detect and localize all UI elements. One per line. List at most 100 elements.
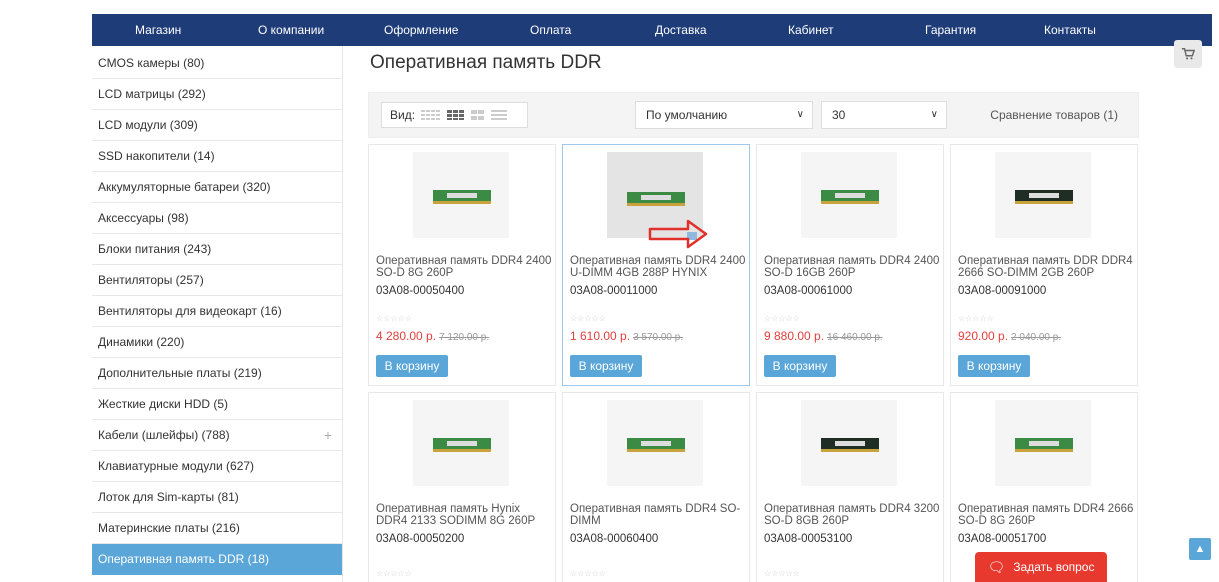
product-name[interactable]: Оперативная память DDR4 2400 U-DIMM 4GB … <box>570 255 746 279</box>
nav-item-warranty[interactable]: Гарантия <box>925 23 976 37</box>
chevron-up-icon: ▲ <box>1194 543 1206 555</box>
page-title: Оперативная память DDR <box>370 52 602 73</box>
product-card[interactable]: Оперативная память DDR4 SO-DIMM 03A08-00… <box>562 392 750 582</box>
cart-button[interactable] <box>1174 40 1202 68</box>
nav-item-about[interactable]: О компании <box>258 23 324 37</box>
sidebar-item-label: Материнские платы (216) <box>98 521 240 535</box>
price-current: 1 610.00 р. <box>570 329 631 343</box>
product-name[interactable]: Оперативная память DDR DDR4 2666 SO-DIMM… <box>958 255 1134 279</box>
product-image[interactable] <box>995 400 1091 486</box>
sidebar-item-hdd[interactable]: Жесткие диски HDD (5) <box>92 389 342 420</box>
sidebar-item-fans[interactable]: Вентиляторы (257) <box>92 265 342 296</box>
sidebar-item-power-supplies[interactable]: Блоки питания (243) <box>92 234 342 265</box>
price-current: 9 880.00 р. <box>764 329 825 343</box>
product-image[interactable] <box>995 152 1091 238</box>
sidebar-item-label: SSD накопители (14) <box>98 149 215 163</box>
catalog-toolbar: Вид: По умолчанию ∨ 30 ∨ Сравнение товар… <box>368 92 1139 138</box>
per-page-select[interactable]: 30 ∨ <box>821 101 947 129</box>
price-old: 3 570.00 р. <box>633 332 684 343</box>
product-image[interactable] <box>607 400 703 486</box>
nav-item-payment[interactable]: Оплата <box>530 23 571 37</box>
product-card[interactable]: Оперативная память Hynix DDR4 2133 SODIM… <box>368 392 556 582</box>
product-card[interactable]: Оперативная память DDR4 2400 SO-D 16GB 2… <box>756 144 944 386</box>
list-small-view-icon[interactable] <box>421 110 441 120</box>
category-sidebar: CMOS камеры (80) LCD матрицы (292) LCD м… <box>92 48 342 575</box>
rating-stars: ☆☆☆☆☆ <box>958 314 994 323</box>
sidebar-item-accessories[interactable]: Аксессуары (98) <box>92 203 342 234</box>
rating-stars: ☆☆☆☆☆ <box>764 569 800 578</box>
sidebar-item-speakers[interactable]: Динамики (220) <box>92 327 342 358</box>
add-to-cart-button[interactable]: В корзину <box>570 355 642 377</box>
sidebar-item-label: Клавиатурные модули (627) <box>98 459 255 473</box>
sidebar-item-batteries[interactable]: Аккумуляторные батареи (320) <box>92 172 342 203</box>
sidebar-item-ram-ddr[interactable]: Оперативная память DDR (18) <box>92 544 342 575</box>
sidebar-item-lcd-modules[interactable]: LCD модули (309) <box>92 110 342 141</box>
add-to-cart-button[interactable]: В корзину <box>376 355 448 377</box>
rating-stars: ☆☆☆☆☆ <box>570 314 606 323</box>
view-switcher: Вид: <box>381 102 528 128</box>
sidebar-item-label: Дополнительные платы (219) <box>98 366 262 380</box>
sidebar-item-label: CMOS камеры (80) <box>98 56 205 70</box>
sidebar-item-ssd[interactable]: SSD накопители (14) <box>92 141 342 172</box>
product-name[interactable]: Оперативная память Hynix DDR4 2133 SODIM… <box>376 503 552 527</box>
sidebar-item-sim-tray[interactable]: Лоток для Sim-карты (81) <box>92 482 342 513</box>
product-name[interactable]: Оперативная память DDR4 2666 SO-D 8G 260… <box>958 503 1134 527</box>
sidebar-item-label: LCD матрицы (292) <box>98 87 206 101</box>
grid-large-view-icon[interactable] <box>471 110 485 120</box>
top-navigation: Магазин О компании Оформление Оплата Дос… <box>92 14 1212 46</box>
product-card[interactable]: Оперативная память DDR4 2400 SO-D 8G 260… <box>368 144 556 386</box>
product-price: 1 610.00 р. 3 570.00 р. <box>570 329 683 343</box>
product-price: 4 280.00 р. 7 120.00 р. <box>376 329 489 343</box>
sidebar-item-motherboards[interactable]: Материнские платы (216) <box>92 513 342 544</box>
rating-stars: ☆☆☆☆☆ <box>764 314 800 323</box>
sidebar-item-cables[interactable]: Кабели (шлейфы) (788) + <box>92 420 342 451</box>
sidebar-item-label: Кабели (шлейфы) (788) <box>98 428 230 442</box>
per-page-select-value: 30 <box>832 108 846 122</box>
product-name[interactable]: Оперативная память DDR4 2400 SO-D 8G 260… <box>376 255 552 279</box>
ask-question-button[interactable]: 🗨 Задать вопрос <box>975 552 1107 582</box>
product-sku: 03A08-00011000 <box>570 285 658 297</box>
nav-item-contacts[interactable]: Контакты <box>1044 23 1096 37</box>
expand-plus-icon[interactable]: + <box>324 427 332 443</box>
add-to-cart-button[interactable]: В корзину <box>958 355 1030 377</box>
view-label: Вид: <box>390 108 416 122</box>
sidebar-item-gpu-fans[interactable]: Вентиляторы для видеокарт (16) <box>92 296 342 327</box>
product-card[interactable]: Оперативная память DDR DDR4 2666 SO-DIMM… <box>950 144 1138 386</box>
product-price: 920.00 р. 2 040.00 р. <box>958 329 1061 343</box>
scroll-to-top-button[interactable]: ▲ <box>1189 538 1211 560</box>
product-price: 9 880.00 р. 16 460.00 р. <box>764 329 883 343</box>
compare-link[interactable]: Сравнение товаров (1) <box>990 108 1118 122</box>
product-name[interactable]: Оперативная память DDR4 3200 SO-D 8GB 26… <box>764 503 940 527</box>
product-image[interactable] <box>801 400 897 486</box>
sidebar-item-boards[interactable]: Дополнительные платы (219) <box>92 358 342 389</box>
product-card[interactable]: Оперативная память DDR4 2400 U-DIMM 4GB … <box>562 144 750 386</box>
sidebar-item-label: Жесткие диски HDD (5) <box>98 397 229 411</box>
product-image[interactable] <box>413 400 509 486</box>
sidebar-item-keyboards[interactable]: Клавиатурные модули (627) <box>92 451 342 482</box>
chevron-down-icon: ∨ <box>796 109 804 120</box>
sort-select-value: По умолчанию <box>646 108 728 122</box>
add-to-cart-button[interactable]: В корзину <box>764 355 836 377</box>
sidebar-item-lcd-matrix[interactable]: LCD матрицы (292) <box>92 79 342 110</box>
sidebar-item-label: LCD модули (309) <box>98 118 198 132</box>
product-sku: 03A08-00060400 <box>570 533 659 545</box>
price-old: 16 460.00 р. <box>827 332 883 343</box>
product-name[interactable]: Оперативная память DDR4 2400 SO-D 16GB 2… <box>764 255 940 279</box>
product-card[interactable]: Оперативная память DDR4 3200 SO-D 8GB 26… <box>756 392 944 582</box>
sort-select[interactable]: По умолчанию ∨ <box>635 101 813 129</box>
rating-stars: ☆☆☆☆☆ <box>570 569 606 578</box>
price-old: 7 120.00 р. <box>439 332 490 343</box>
product-image[interactable] <box>413 152 509 238</box>
annotation-arrow-icon <box>648 219 708 249</box>
product-name[interactable]: Оперативная память DDR4 SO-DIMM <box>570 503 746 527</box>
product-image[interactable] <box>801 152 897 238</box>
nav-item-delivery[interactable]: Доставка <box>655 23 707 37</box>
nav-item-shop[interactable]: Магазин <box>135 23 181 37</box>
list-view-icon[interactable] <box>491 110 508 120</box>
nav-item-ordering[interactable]: Оформление <box>384 23 458 37</box>
grid-view-icon[interactable] <box>447 110 465 120</box>
sidebar-item-cmos[interactable]: CMOS камеры (80) <box>92 48 342 79</box>
nav-item-cabinet[interactable]: Кабинет <box>788 23 834 37</box>
rating-stars: ☆☆☆☆☆ <box>376 314 412 323</box>
sidebar-item-label: Аксессуары (98) <box>98 211 189 225</box>
